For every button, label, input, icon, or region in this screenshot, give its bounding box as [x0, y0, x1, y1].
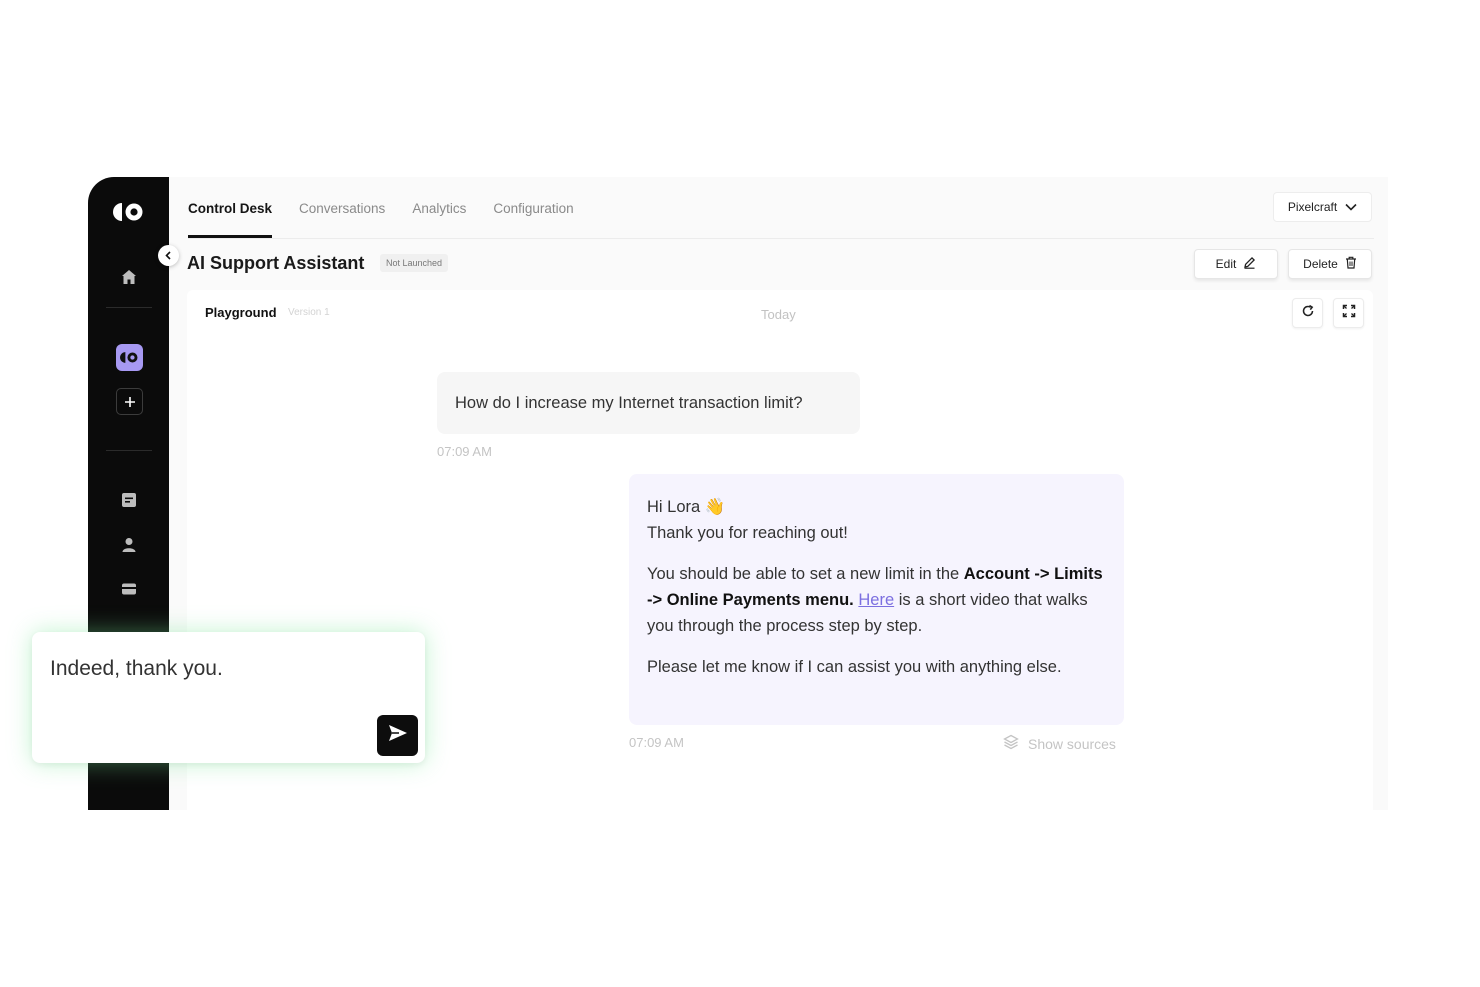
top-tabs: Control Desk Conversations Analytics Con…: [188, 177, 601, 239]
send-button[interactable]: [377, 715, 418, 756]
expand-icon: [1342, 304, 1356, 323]
show-sources-button[interactable]: Show sources: [1003, 734, 1116, 753]
workspace-select[interactable]: Pixelcraft: [1273, 192, 1372, 222]
version-label: Version 1: [288, 307, 330, 318]
add-assistant-button[interactable]: [116, 388, 143, 415]
workspace-label: Pixelcraft: [1287, 200, 1338, 214]
refresh-button[interactable]: [1292, 298, 1323, 328]
tabs-divider: [188, 238, 1374, 239]
bot-thanks: Thank you for reaching out!: [647, 524, 848, 542]
home-icon[interactable]: [118, 266, 140, 288]
sidebar-divider: [106, 450, 152, 451]
video-link[interactable]: Here: [858, 591, 894, 609]
tab-control-desk[interactable]: Control Desk: [188, 177, 273, 239]
playground-title: Playground: [205, 305, 277, 320]
bot-message: Hi Lora 👋 Thank you for reaching out! Yo…: [629, 474, 1124, 725]
tab-conversations[interactable]: Conversations: [299, 177, 385, 239]
bot-text: You should be able to set a new limit in…: [647, 565, 964, 583]
tab-configuration[interactable]: Configuration: [493, 177, 573, 239]
delete-button[interactable]: Delete: [1288, 249, 1372, 279]
trash-icon: [1345, 256, 1357, 272]
page-title: AI Support Assistant: [187, 253, 365, 273]
bot-greeting: Hi Lora: [647, 498, 701, 516]
pencil-icon: [1243, 256, 1256, 272]
send-icon: [388, 724, 408, 747]
card-icon[interactable]: [118, 578, 140, 600]
user-icon[interactable]: [118, 534, 140, 556]
layers-icon: [1003, 734, 1019, 753]
fullscreen-button[interactable]: [1333, 298, 1364, 328]
bot-closing: Please let me know if I can assist you w…: [647, 658, 1062, 676]
assistant-icon[interactable]: [116, 344, 143, 371]
delete-label: Delete: [1303, 257, 1338, 271]
document-icon[interactable]: [118, 489, 140, 511]
message-timestamp: 07:09 AM: [629, 735, 684, 750]
status-badge: Not Launched: [380, 254, 449, 272]
tab-analytics[interactable]: Analytics: [412, 177, 466, 239]
edit-label: Edit: [1215, 257, 1237, 271]
message-input[interactable]: Indeed, thank you.: [50, 657, 223, 681]
collapse-sidebar-button[interactable]: [158, 245, 179, 266]
sidebar-divider: [106, 307, 152, 308]
message-composer[interactable]: Indeed, thank you.: [32, 632, 425, 763]
user-message: How do I increase my Internet transactio…: [437, 372, 860, 434]
wave-emoji-icon: 👋: [704, 498, 726, 516]
chevron-down-icon: [1345, 200, 1357, 214]
edit-button[interactable]: Edit: [1194, 249, 1278, 279]
show-sources-label: Show sources: [1028, 735, 1116, 752]
refresh-icon: [1301, 304, 1315, 323]
user-message-text: How do I increase my Internet transactio…: [455, 393, 803, 412]
logo-icon[interactable]: [113, 201, 145, 223]
date-separator: Today: [761, 307, 796, 322]
message-timestamp: 07:09 AM: [437, 444, 492, 459]
